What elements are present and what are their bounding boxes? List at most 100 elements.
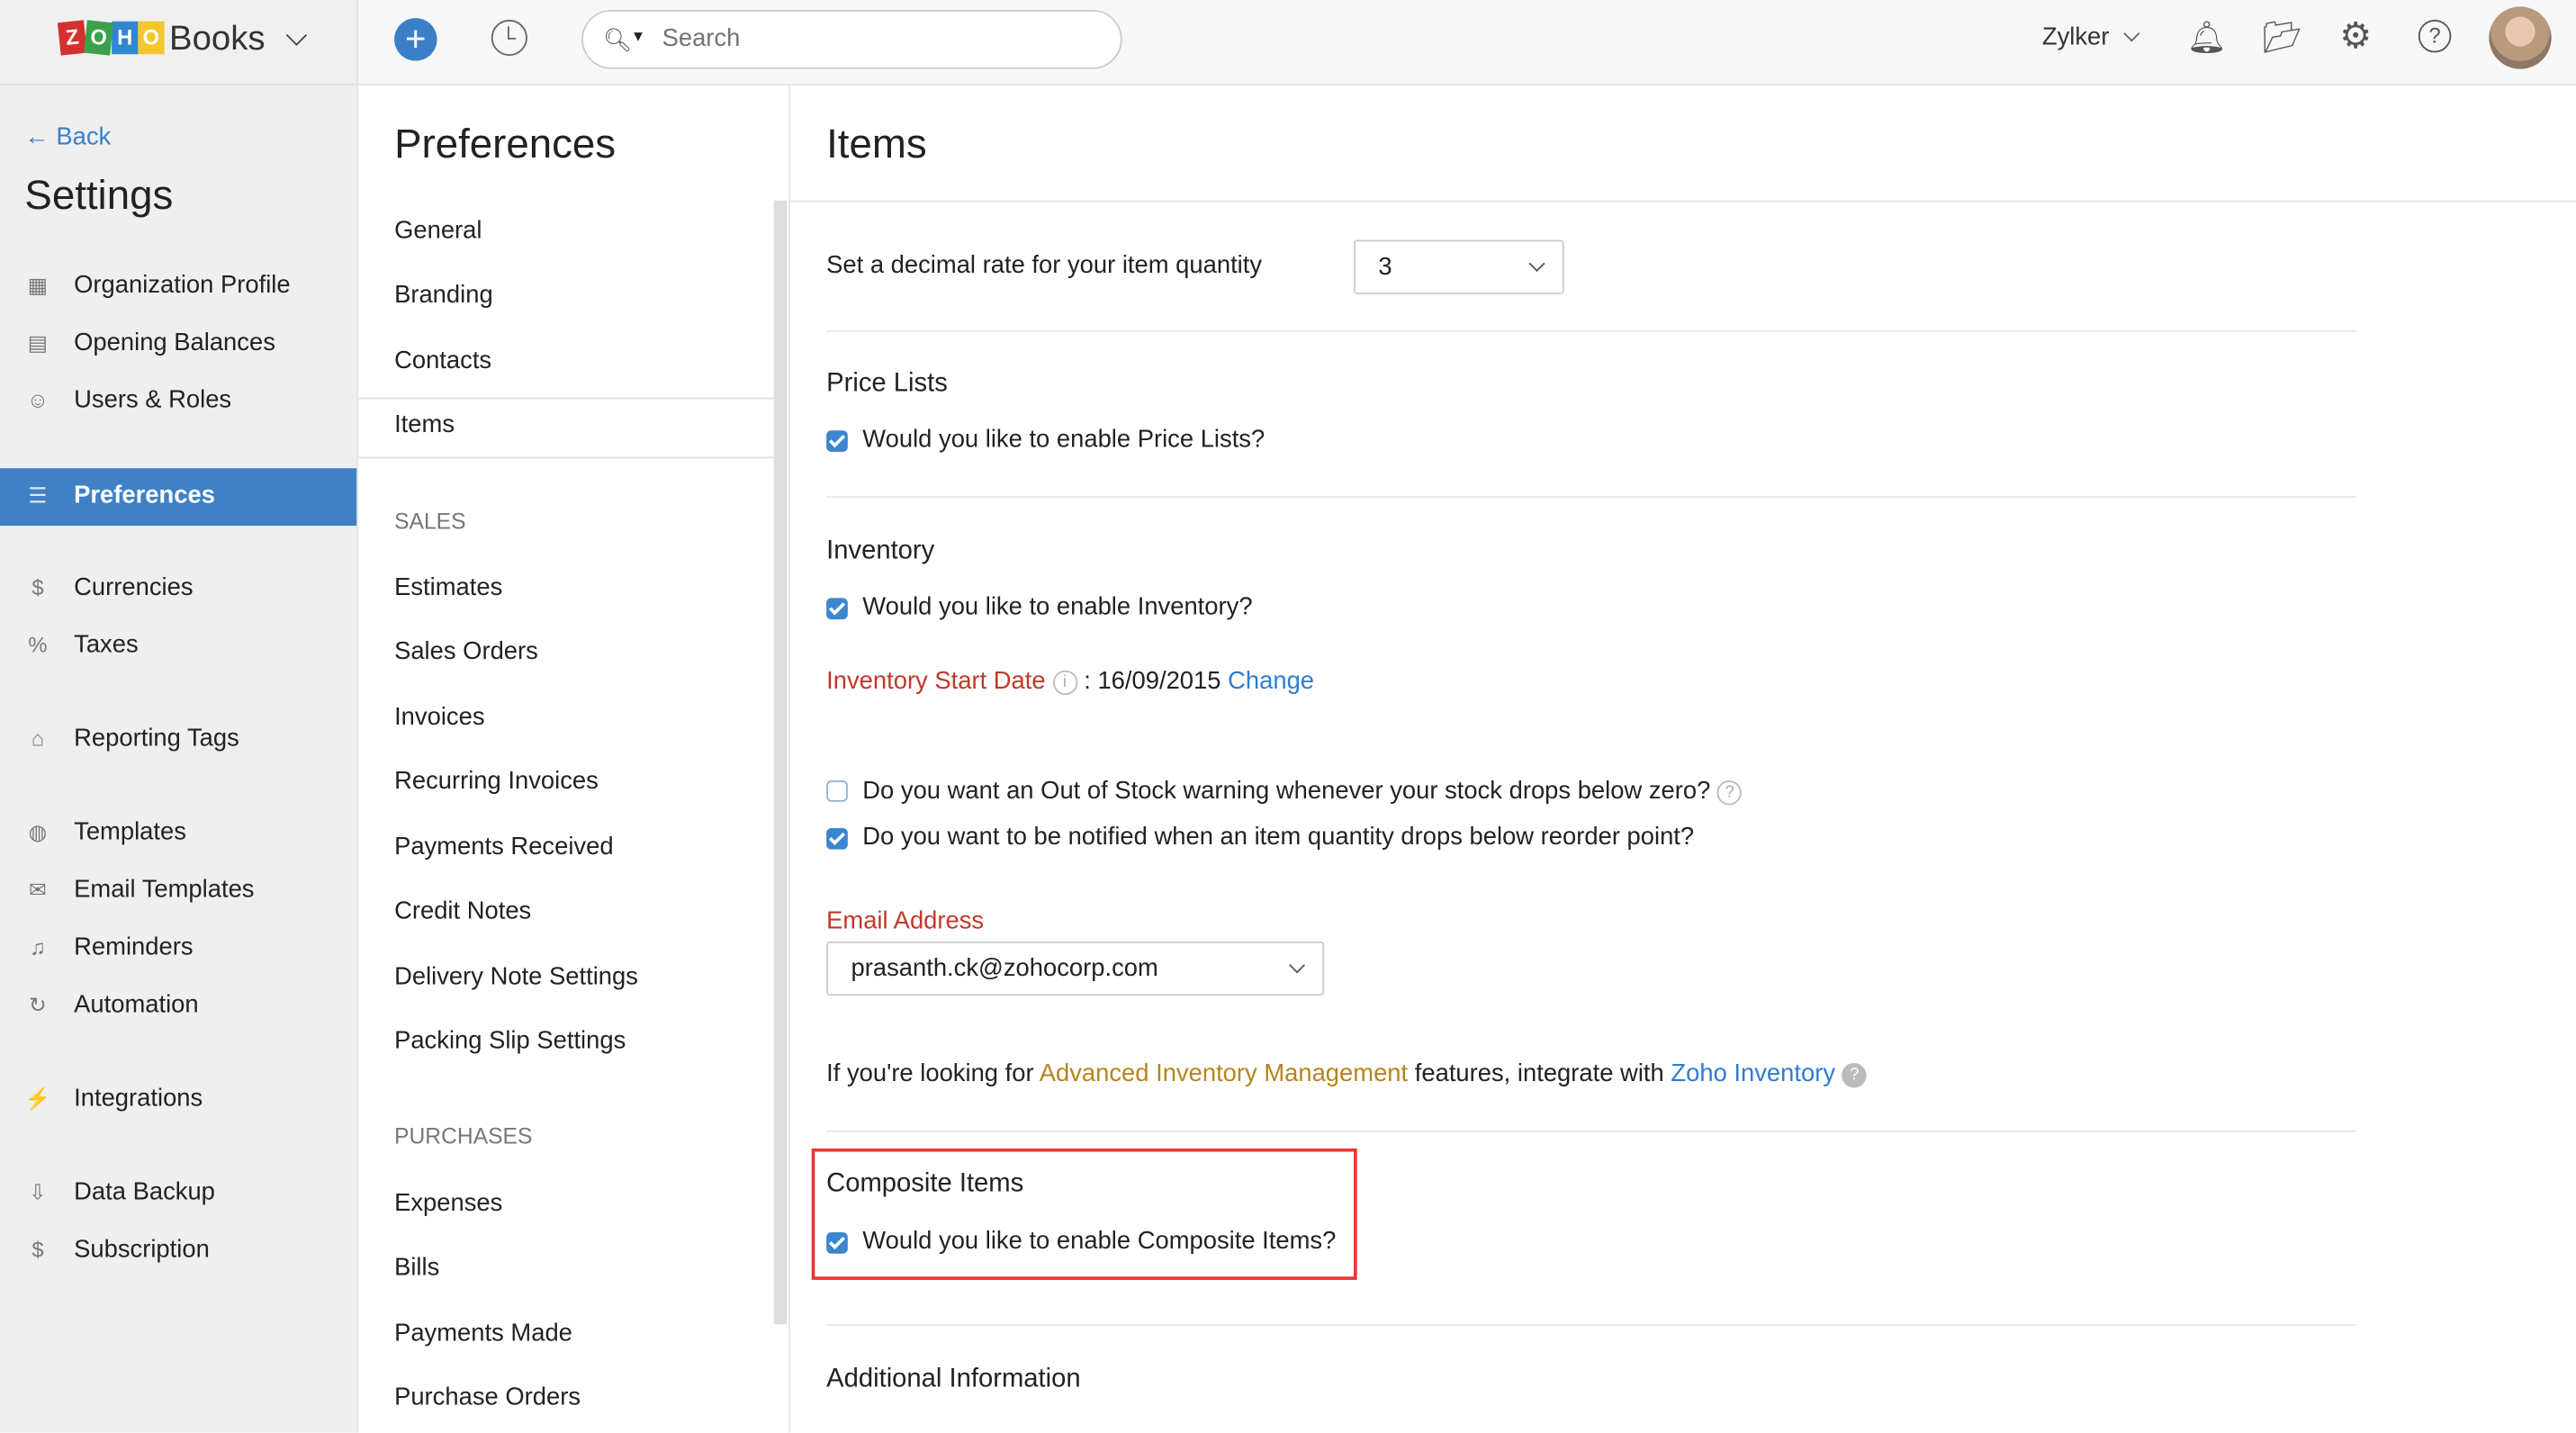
pref-item-bills[interactable]: Bills (394, 1254, 439, 1282)
inventory-start-date: Inventory Start Date i : 16/09/2015 Chan… (826, 667, 1314, 696)
sidebar-item-label: Integrations (74, 1084, 203, 1113)
back-label: Back (56, 122, 112, 151)
back-link[interactable]: ← Back (24, 123, 111, 151)
email-address-select[interactable]: prasanth.ck@zohocorp.com (826, 941, 1325, 996)
decimal-rate-select[interactable]: 3 (1354, 239, 1564, 294)
pref-item-sales-orders[interactable]: Sales Orders (394, 637, 538, 665)
email-icon: ✉ (29, 877, 47, 903)
sidebar-item-label: Templates (74, 817, 186, 847)
sidebar-item-reminders[interactable]: ♫ Reminders (0, 924, 356, 973)
sidebar-item-preferences[interactable]: ☰ Preferences (0, 468, 357, 527)
start-date-value: : 16/09/2015 (1084, 667, 1221, 696)
reorder-notify-label: Do you want to be notified when an item … (862, 823, 1695, 852)
pref-item-expenses[interactable]: Expenses (394, 1190, 502, 1218)
plug-icon: ⚡ (24, 1086, 51, 1111)
add-button[interactable]: + (394, 18, 437, 61)
sidebar-item-label: Preferences (74, 481, 215, 509)
out-of-stock-label: Do you want an Out of Stock warning when… (862, 777, 1711, 806)
out-of-stock-row: Do you want an Out of Stock warning when… (862, 777, 1743, 806)
divider (826, 329, 2356, 332)
pref-item-credit-notes[interactable]: Credit Notes (394, 897, 531, 925)
pref-item-contacts[interactable]: Contacts (394, 347, 491, 374)
decimal-rate-label: Set a decimal rate for your item quantit… (826, 251, 1263, 280)
out-of-stock-checkbox[interactable] (826, 780, 848, 802)
composite-items-highlight (811, 1148, 1357, 1280)
advanced-inventory-link[interactable]: Advanced Inventory Management (1040, 1059, 1408, 1087)
sidebar-item-subscription[interactable]: $ Subscription (0, 1226, 356, 1275)
ledger-icon: ▤ (27, 329, 49, 356)
help-icon[interactable]: ? (1716, 780, 1743, 806)
scrollbar[interactable] (773, 200, 788, 1325)
recent-history-icon[interactable] (491, 19, 527, 57)
email-address-value: prasanth.ck@zohocorp.com (851, 954, 1158, 983)
reorder-notify-checkbox[interactable] (826, 827, 848, 850)
sidebar-item-currencies[interactable]: $ Currencies (0, 563, 356, 613)
search-icon[interactable]: 🔍︎ (603, 26, 632, 54)
sidebar-item-label: Subscription (74, 1235, 210, 1264)
chevron-down-icon (285, 24, 308, 46)
search-box[interactable]: 🔍︎ ▼ (581, 9, 1122, 69)
section-heading: PURCHASES (394, 1123, 533, 1149)
change-date-link[interactable]: Change (1228, 667, 1314, 695)
help-icon[interactable]: ? (2418, 19, 2452, 53)
info-icon[interactable]: i (1052, 670, 1077, 696)
sidebar-item-organization-profile[interactable]: ▦ Organization Profile (0, 261, 356, 311)
caret-down-icon: ▼ (630, 28, 646, 45)
tag-icon: ⌂ (31, 726, 45, 752)
currency-icon: $ (32, 574, 44, 600)
decimal-rate-value: 3 (1378, 253, 1392, 282)
chevron-down-icon (1289, 957, 1306, 974)
users-icon: ☺ (26, 387, 50, 413)
divider (826, 496, 2356, 499)
pref-item-payments-received[interactable]: Payments Received (394, 833, 614, 861)
sidebar-item-label: Automation (74, 990, 199, 1019)
sidebar-item-label: Opening Balances (74, 329, 275, 357)
pref-item-packing-slip-settings[interactable]: Packing Slip Settings (394, 1027, 626, 1055)
sidebar-item-email-templates[interactable]: ✉ Email Templates (0, 866, 356, 915)
pref-item-estimates[interactable]: Estimates (394, 573, 502, 601)
help-icon[interactable]: ? (1842, 1062, 1868, 1088)
bell-icon: ♫ (30, 934, 46, 960)
pref-item-recurring-invoices[interactable]: Recurring Invoices (394, 767, 599, 795)
sidebar-item-label: Taxes (74, 630, 139, 659)
divider (826, 1130, 2356, 1132)
sidebar-item-users-roles[interactable]: ☺ Users & Roles (0, 376, 356, 426)
pref-item-general[interactable]: General (394, 217, 482, 245)
composite-items-checkbox[interactable] (826, 1231, 848, 1254)
sidebar-item-opening-balances[interactable]: ▤ Opening Balances (0, 319, 356, 368)
sidebar-item-label: Data Backup (74, 1177, 215, 1206)
notifications-bell-icon[interactable]: 🔔︎ (2186, 18, 2226, 58)
pref-item-branding[interactable]: Branding (394, 281, 493, 309)
sidebar-item-integrations[interactable]: ⚡ Integrations (0, 1075, 356, 1124)
pref-item-purchase-orders[interactable]: Purchase Orders (394, 1383, 581, 1411)
pref-item-payments-made[interactable]: Payments Made (394, 1320, 572, 1347)
top-bar: ZOHO Books + 🔍︎ ▼ Zylker 🔔︎ 📂︎ ⚙ ? (0, 0, 2576, 86)
gear-icon[interactable]: ⚙ (2339, 14, 2372, 57)
pref-item-delivery-note-settings[interactable]: Delivery Note Settings (394, 963, 638, 991)
pref-item-invoices[interactable]: Invoices (394, 703, 484, 731)
divider (826, 1324, 2356, 1327)
preferences-list: Preferences General Branding Contacts Items… (357, 85, 790, 1433)
sidebar-item-label: Email Templates (74, 875, 255, 904)
folder-icon[interactable]: 📂︎ (2262, 18, 2301, 58)
sidebar-item-templates[interactable]: ◍ Templates (0, 808, 356, 858)
inventory-checkbox[interactable] (826, 598, 848, 620)
price-lists-label: Would you like to enable Price Lists? (862, 425, 1265, 454)
avatar[interactable] (2489, 6, 2552, 69)
search-input[interactable] (658, 23, 1093, 55)
sidebar-item-taxes[interactable]: % Taxes (0, 621, 356, 671)
pref-item-items[interactable]: Items (394, 410, 455, 438)
zoho-inventory-link[interactable]: Zoho Inventory (1671, 1059, 1835, 1087)
sidebar-item-data-backup[interactable]: ⇩ Data Backup (0, 1168, 356, 1218)
organization-switcher[interactable]: Zylker (2042, 23, 2110, 51)
additional-information-heading: Additional Information (826, 1365, 1081, 1393)
sidebar-item-reporting-tags[interactable]: ⌂ Reporting Tags (0, 715, 356, 764)
start-date-label: Inventory Start Date (826, 667, 1046, 696)
sidebar-item-automation[interactable]: ↻ Automation (0, 981, 356, 1031)
app-switcher[interactable]: ZOHO Books (0, 0, 358, 85)
building-icon: ▦ (27, 272, 49, 298)
section-heading: SALES (394, 509, 466, 535)
settings-title: Settings (24, 172, 174, 219)
inventory-label: Would you like to enable Inventory? (862, 592, 1253, 621)
price-lists-checkbox[interactable] (826, 430, 848, 452)
